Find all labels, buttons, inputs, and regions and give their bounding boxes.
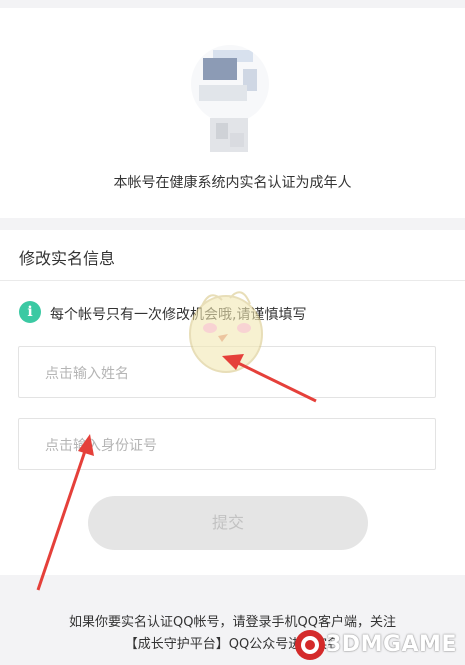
avatar-blur: [230, 133, 244, 147]
id-number-input-placeholder: 点击输入身份证号: [45, 438, 157, 454]
verification-status-text: 本帐号在健康系统内实名认证为成年人: [113, 175, 352, 191]
watermark-text: 3DMGAME: [326, 632, 457, 657]
id-number-input[interactable]: 点击输入身份证号: [18, 418, 436, 470]
avatar-blur: [216, 123, 228, 139]
info-icon: i: [19, 301, 41, 323]
verification-card: 本帐号在健康系统内实名认证为成年人: [0, 8, 465, 218]
watermark-mascot-icon: [189, 291, 263, 373]
name-input-placeholder: 点击输入姓名: [45, 366, 129, 382]
avatar-blur: [203, 58, 237, 80]
avatar: [191, 45, 269, 123]
avatar-stem: [210, 118, 248, 152]
section-title: 修改实名信息: [19, 249, 116, 268]
submit-button[interactable]: 提交: [88, 496, 368, 550]
avatar-blur: [199, 85, 247, 101]
